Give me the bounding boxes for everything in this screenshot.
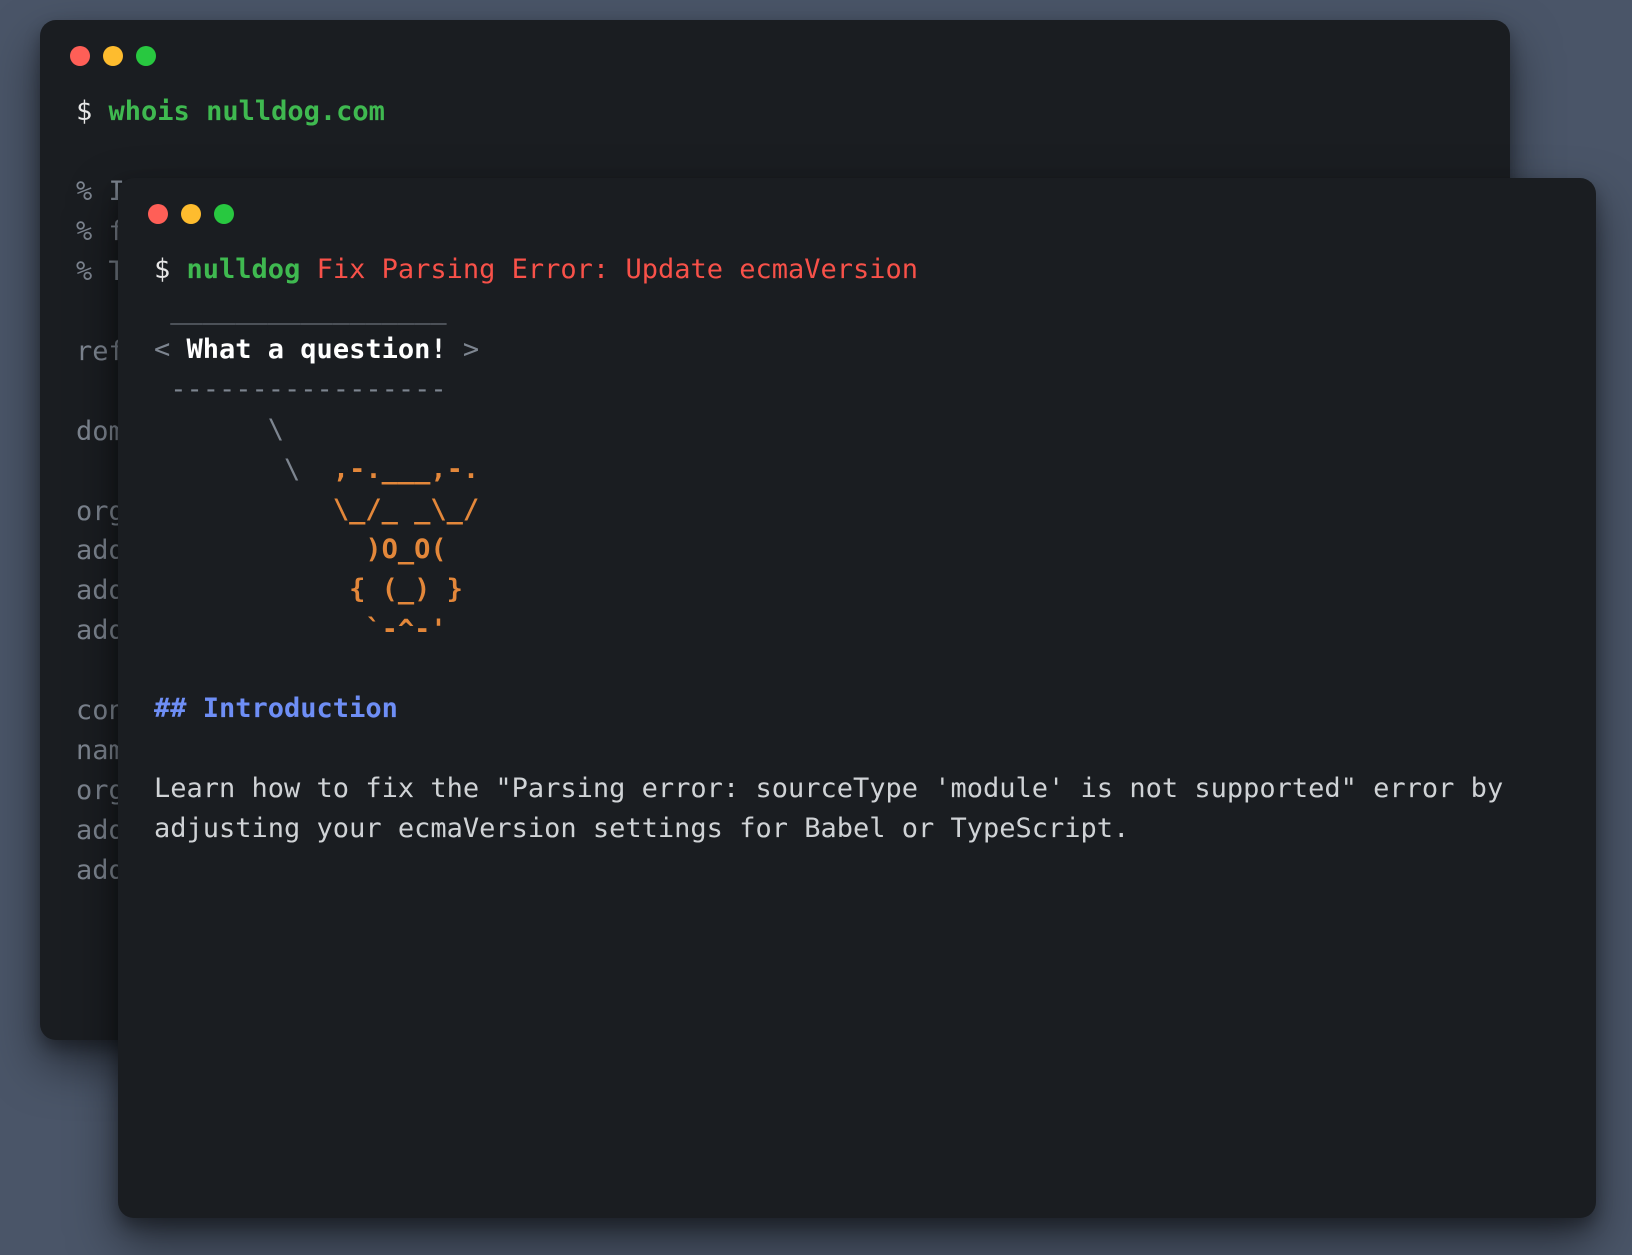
titlebar-front: [118, 178, 1596, 234]
ascii-dog-icon: \_/_ _\_/: [317, 494, 480, 525]
speech-bubble-left: <: [154, 334, 187, 365]
section-heading: ## Introduction: [154, 693, 398, 724]
speech-bubble-right: >: [447, 334, 480, 365]
maximize-icon[interactable]: [136, 46, 156, 66]
command-arg: Fix Parsing Error: Update ecmaVersion: [317, 254, 918, 285]
command-name: whois: [109, 96, 190, 127]
ascii-stem: \: [154, 454, 333, 485]
ascii-dog-icon: `-^-': [317, 614, 447, 645]
titlebar-back: [40, 20, 1510, 76]
ascii-dog-icon: { (_) }: [317, 574, 463, 605]
command-arg: nulldog.com: [206, 96, 385, 127]
ascii-pad: [154, 614, 317, 645]
speech-bubble-bottom: -----------------: [154, 374, 447, 405]
terminal-body-front: $ nulldog Fix Parsing Error: Update ecma…: [118, 234, 1596, 865]
close-icon[interactable]: [70, 46, 90, 66]
speech-bubble-top: _________________: [154, 294, 447, 325]
minimize-icon[interactable]: [103, 46, 123, 66]
ascii-pad: [154, 494, 317, 525]
minimize-icon[interactable]: [181, 204, 201, 224]
ascii-stem: \: [154, 414, 284, 445]
command-name: nulldog: [187, 254, 301, 285]
close-icon[interactable]: [148, 204, 168, 224]
ascii-dog-icon: )O_O(: [317, 534, 447, 565]
prompt-symbol: $: [154, 254, 170, 285]
prompt-symbol: $: [76, 96, 92, 127]
ascii-pad: [154, 534, 317, 565]
speech-bubble-text: What a question!: [187, 334, 447, 365]
maximize-icon[interactable]: [214, 204, 234, 224]
ascii-pad: [154, 574, 317, 605]
terminal-window-front: $ nulldog Fix Parsing Error: Update ecma…: [118, 178, 1596, 1218]
intro-paragraph: Learn how to fix the "Parsing error: sou…: [154, 773, 1519, 844]
ascii-dog-icon: ,-.___,-.: [333, 454, 479, 485]
